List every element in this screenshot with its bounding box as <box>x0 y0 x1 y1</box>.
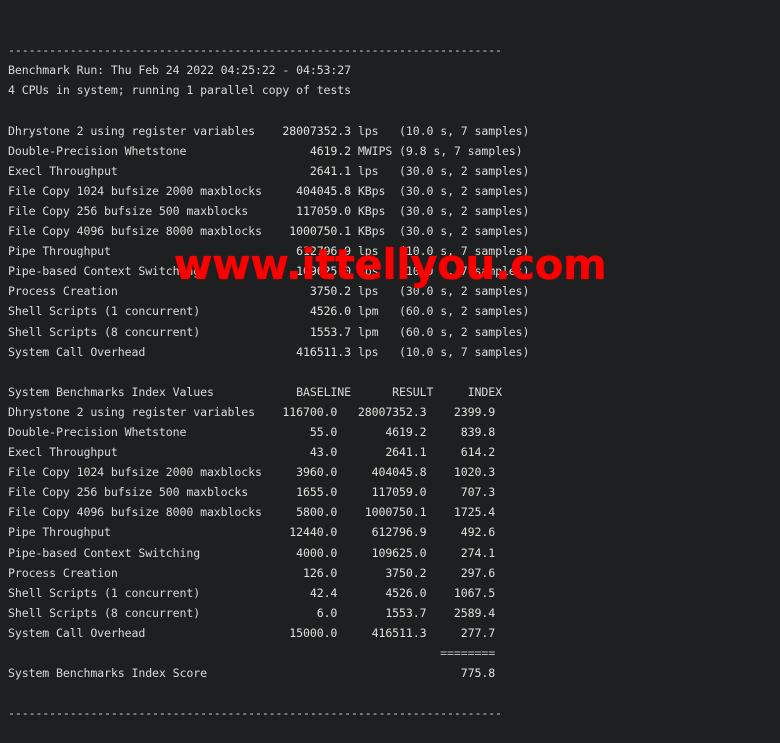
index-table-row: Process Creation 126.0 3750.2 297.6 <box>8 565 496 580</box>
blank-line: . <box>8 100 780 120</box>
index-table-header: System Benchmarks Index Values BASELINE … <box>8 384 502 399</box>
index-table-row: Shell Scripts (1 concurrent) 42.4 4526.0… <box>8 585 496 600</box>
raw-result-row: File Copy 256 bufsize 500 maxblocks 1170… <box>8 203 530 218</box>
index-table-row: Shell Scripts (8 concurrent) 6.0 1553.7 … <box>8 605 496 620</box>
index-table-row: System Call Overhead 15000.0 416511.3 27… <box>8 625 496 640</box>
raw-result-row: Shell Scripts (1 concurrent) 4526.0 lpm … <box>8 304 530 319</box>
raw-result-row: Double-Precision Whetstone 4619.2 MWIPS … <box>8 143 523 158</box>
index-table-row: Pipe Throughput 12440.0 612796.9 492.6 <box>8 525 496 540</box>
raw-result-row: File Copy 4096 bufsize 8000 maxblocks 10… <box>8 224 530 239</box>
raw-result-row: Pipe-based Context Switching 109625.0 lp… <box>8 264 530 279</box>
index-score-line: System Benchmarks Index Score 775.8 <box>8 666 496 681</box>
index-table-row: Execl Throughput 43.0 2641.1 614.2 <box>8 445 496 460</box>
raw-result-row: Dhrystone 2 using register variables 280… <box>8 123 530 138</box>
raw-result-row: Execl Throughput 2641.1 lps (30.0 s, 2 s… <box>8 163 530 178</box>
raw-result-row: Pipe Throughput 612796.9 lps (10.0 s, 7 … <box>8 244 530 259</box>
index-table-row: File Copy 256 bufsize 500 maxblocks 1655… <box>8 485 496 500</box>
top-rule: ----------------------------------------… <box>8 43 502 58</box>
blank-line: . <box>8 683 780 703</box>
cpu-info-line: 4 CPUs in system; running 1 parallel cop… <box>8 83 352 98</box>
index-table-row: Double-Precision Whetstone 55.0 4619.2 8… <box>8 424 496 439</box>
index-table-row: File Copy 4096 bufsize 8000 maxblocks 58… <box>8 505 496 520</box>
index-table-row: Pipe-based Context Switching 4000.0 1096… <box>8 545 496 560</box>
terminal-output: ----------------------------------------… <box>0 0 780 720</box>
bottom-rule: ----------------------------------------… <box>8 706 502 721</box>
blank-line: . <box>8 362 780 382</box>
raw-result-row: Process Creation 3750.2 lps (30.0 s, 2 s… <box>8 284 530 299</box>
benchmark-run-line: Benchmark Run: Thu Feb 24 2022 04:25:22 … <box>8 63 352 78</box>
raw-result-row: Shell Scripts (8 concurrent) 1553.7 lpm … <box>8 324 530 339</box>
raw-result-row: System Call Overhead 416511.3 lps (10.0 … <box>8 344 530 359</box>
index-separator: ======== <box>8 646 496 660</box>
raw-result-row: File Copy 1024 bufsize 2000 maxblocks 40… <box>8 183 530 198</box>
terminal-lines: ----------------------------------------… <box>8 40 780 723</box>
index-table-row: File Copy 1024 bufsize 2000 maxblocks 39… <box>8 465 496 480</box>
index-table-row: Dhrystone 2 using register variables 116… <box>8 404 496 419</box>
